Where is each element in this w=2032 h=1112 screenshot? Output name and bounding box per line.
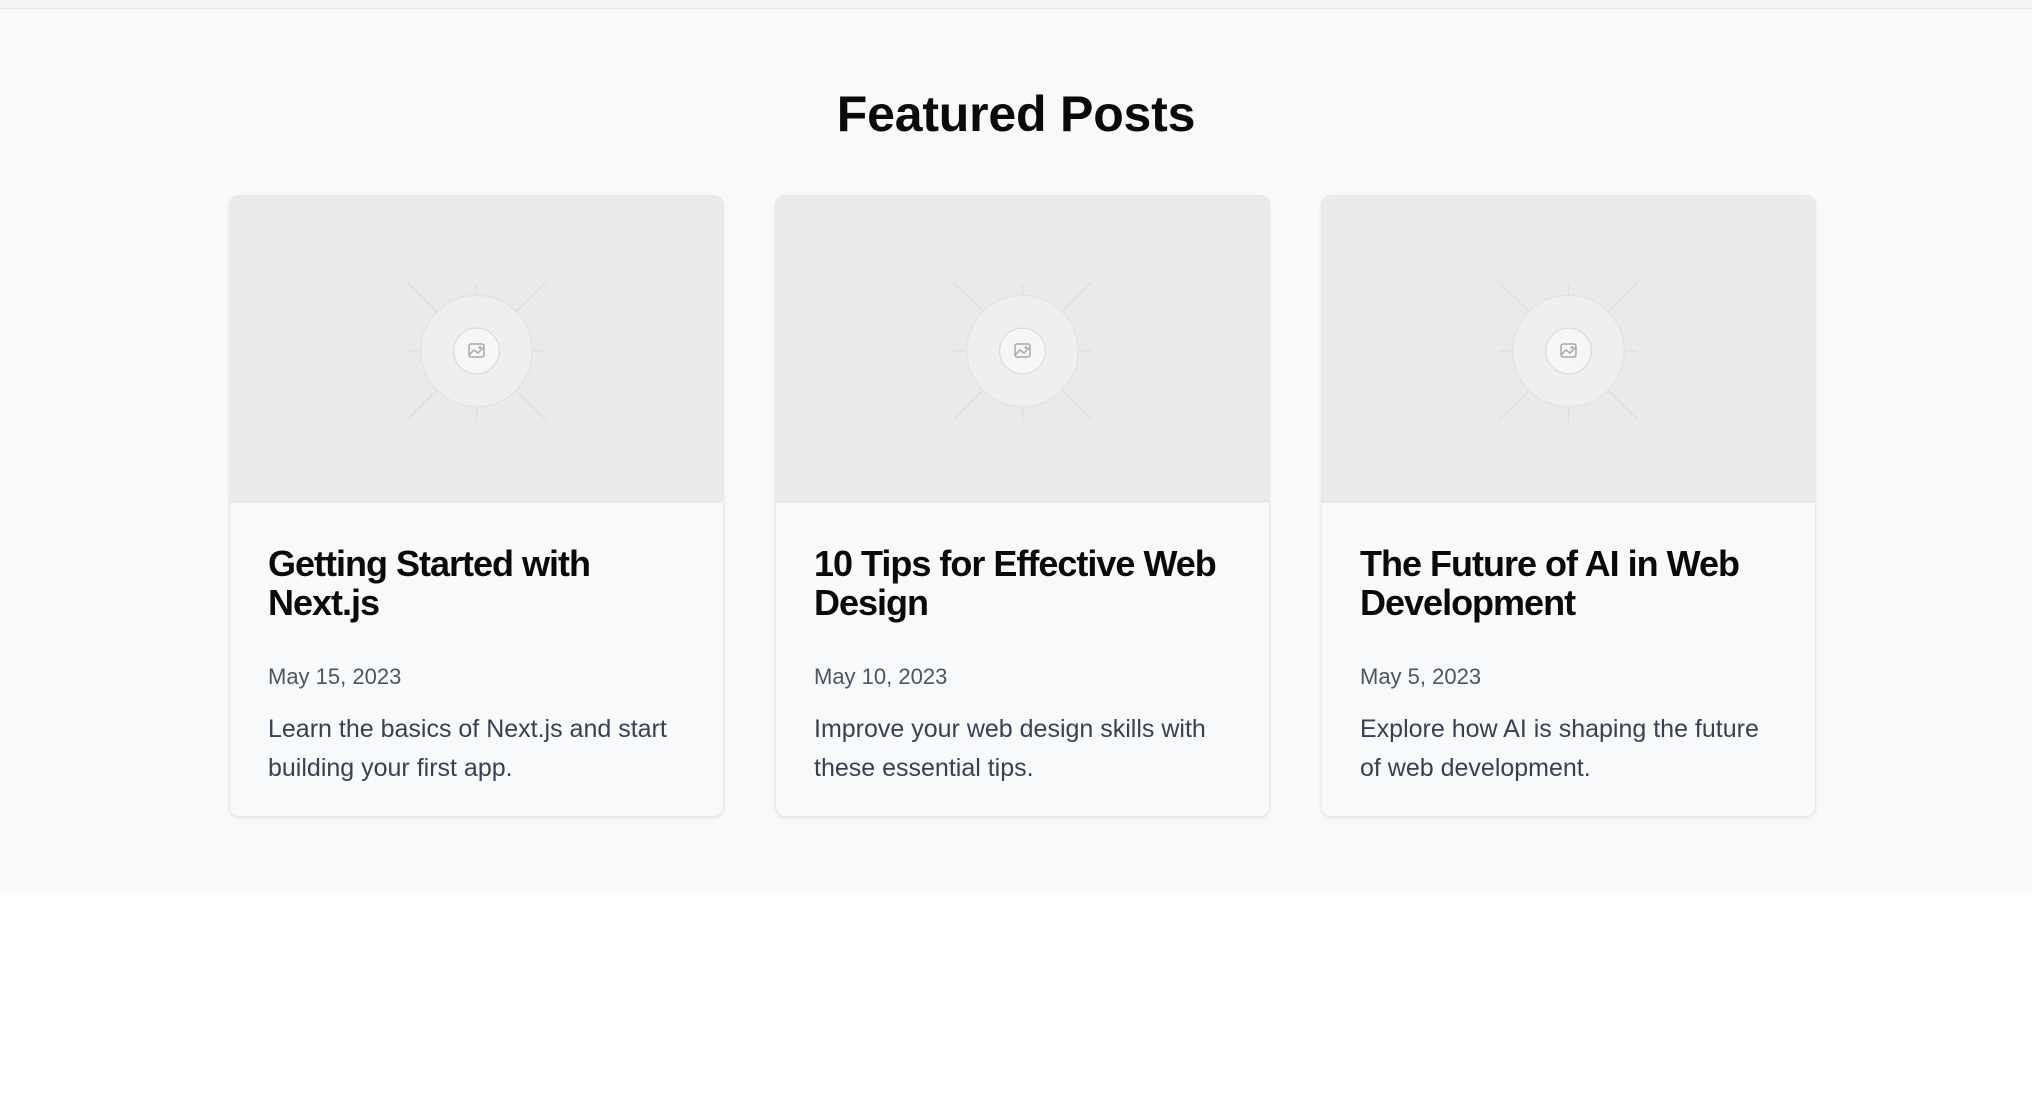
post-card[interactable]: Getting Started with Next.js May 15, 202… bbox=[229, 195, 724, 817]
image-placeholder-icon bbox=[1498, 281, 1639, 422]
post-date: May 10, 2023 bbox=[814, 664, 948, 689]
post-date: May 15, 2023 bbox=[268, 664, 402, 689]
post-excerpt: Improve your web design skills with thes… bbox=[814, 715, 1206, 782]
post-title[interactable]: Getting Started with Next.js bbox=[268, 544, 693, 622]
post-thumbnail[interactable] bbox=[1322, 196, 1815, 503]
post-card-body: 10 Tips for Effective Web Design May 10,… bbox=[814, 503, 1239, 788]
post-date: May 5, 2023 bbox=[1360, 664, 1482, 689]
post-card-body: The Future of AI in Web Development May … bbox=[1360, 503, 1785, 788]
post-card[interactable]: The Future of AI in Web Development May … bbox=[1321, 195, 1816, 817]
image-placeholder-icon bbox=[952, 281, 1093, 422]
post-card[interactable]: 10 Tips for Effective Web Design May 10,… bbox=[775, 195, 1270, 817]
post-thumbnail[interactable] bbox=[776, 196, 1269, 503]
featured-posts-section: Featured Posts Getting Started with Next… bbox=[0, 9, 2032, 893]
post-title[interactable]: 10 Tips for Effective Web Design bbox=[814, 544, 1239, 622]
top-divider bbox=[0, 0, 2032, 9]
post-excerpt: Explore how AI is shaping the future of … bbox=[1360, 715, 1759, 782]
post-excerpt: Learn the basics of Next.js and start bu… bbox=[268, 715, 667, 782]
section-title: Featured Posts bbox=[836, 86, 1196, 142]
post-card-body: Getting Started with Next.js May 15, 202… bbox=[268, 503, 693, 788]
post-title[interactable]: The Future of AI in Web Development bbox=[1360, 544, 1785, 622]
post-thumbnail[interactable] bbox=[230, 196, 723, 503]
image-placeholder-icon bbox=[406, 281, 547, 422]
